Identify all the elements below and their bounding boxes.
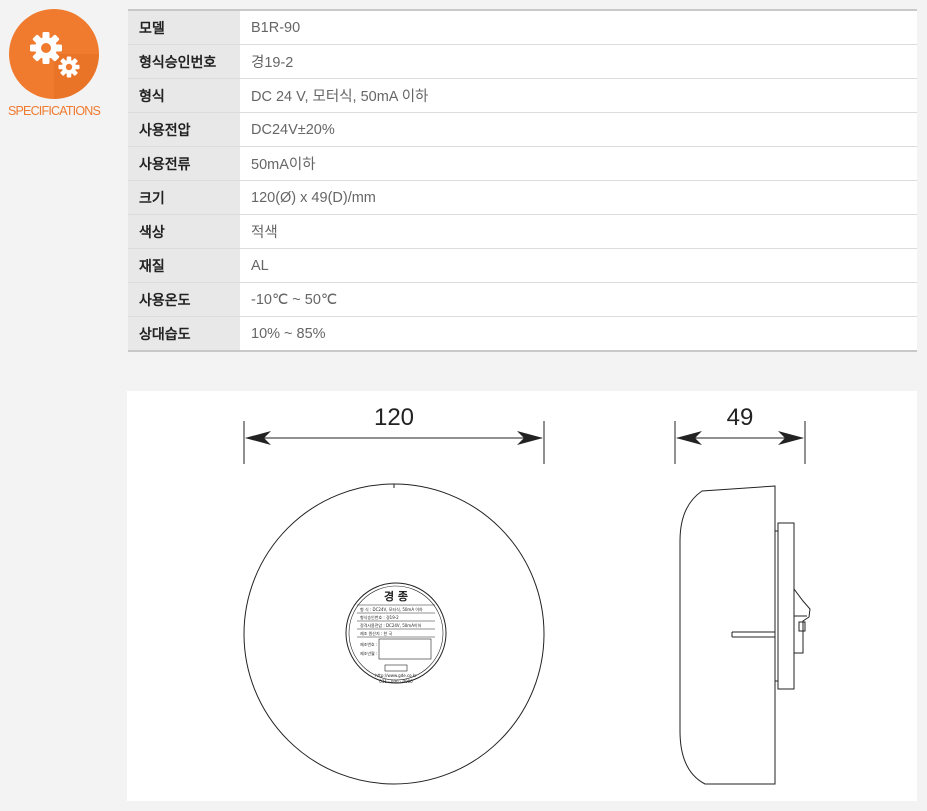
table-row: 모델 B1R-90: [128, 10, 917, 45]
table-row: 재질 AL: [128, 248, 917, 283]
table-row: 색상 적색: [128, 214, 917, 249]
side-view: [679, 485, 811, 785]
maker-logo: [384, 664, 408, 672]
specifications-badge: [9, 9, 99, 99]
front-dimension-label: 120: [374, 404, 414, 431]
spec-value: DC 24 V, 모터식, 50mA 이하: [240, 78, 917, 113]
label-line2: 형식승인번호 : 경19-2: [360, 614, 399, 620]
spec-key: 모델: [128, 10, 240, 45]
label-phone: 031 - 000 - 0000: [379, 679, 413, 684]
table-row: 사용전류 50mA이하: [128, 146, 917, 181]
table-row: 사용전압 DC24V±20%: [128, 112, 917, 147]
label-serial: 제조번호 :: [360, 641, 377, 647]
label-date: 제조년월 :: [360, 650, 377, 656]
table-row: 크기 120(Ø) x 49(D)/mm: [128, 180, 917, 215]
spec-value: 경19-2: [240, 44, 917, 79]
label-line1: 형 식 : DC24V, 모터식, 50mA 이하: [360, 606, 423, 612]
spec-key: 사용전압: [128, 112, 240, 147]
spec-value: 50mA이하: [240, 146, 917, 181]
label-line4: 제조 원산지 : 한 국: [360, 630, 393, 636]
spec-key: 크기: [128, 180, 240, 215]
spec-key: 사용온도: [128, 282, 240, 317]
spec-value: 적색: [240, 214, 917, 249]
spec-table: 모델 B1R-90 형식승인번호 경19-2 형식 DC 24 V, 모터식, 50m…: [128, 9, 917, 352]
spec-value: 120(Ø) x 49(D)/mm: [240, 180, 917, 215]
badge-label: SPECIFICATIONS: [7, 104, 101, 118]
table-row: 형식승인번호 경19-2: [128, 44, 917, 79]
table-row: 상대습도 10% ~ 85%: [128, 316, 917, 351]
drawing-canvas: 120 경 종 형 식 : DC24V, 모터식, 50mA 이하 형식승인번호…: [243, 404, 811, 785]
label-url: http://www.gde.co.kr: [375, 673, 417, 678]
label-line3: 정격사용전압 : DC24V, 50mA이하: [360, 622, 422, 628]
technical-drawing: 120 경 종 형 식 : DC24V, 모터식, 50mA 이하 형식승인번호…: [127, 391, 917, 801]
spec-key: 형식: [128, 78, 240, 113]
spec-key: 재질: [128, 248, 240, 283]
spec-value: DC24V±20%: [240, 112, 917, 147]
spec-key: 상대습도: [128, 316, 240, 351]
spec-value: B1R-90: [240, 10, 917, 45]
spec-value: AL: [240, 248, 917, 283]
table-row: 사용온도 -10℃ ~ 50℃: [128, 282, 917, 317]
spec-key: 사용전류: [128, 146, 240, 181]
side-dimension-label: 49: [727, 404, 754, 431]
label-title: 경 종: [384, 589, 408, 603]
spec-value: -10℃ ~ 50℃: [240, 282, 917, 317]
table-row: 형식 DC 24 V, 모터식, 50mA 이하: [128, 78, 917, 113]
spec-key: 색상: [128, 214, 240, 249]
front-view: 경 종 형 식 : DC24V, 모터식, 50mA 이하 형식승인번호 : 경…: [243, 483, 545, 785]
spec-key: 형식승인번호: [128, 44, 240, 79]
spec-value: 10% ~ 85%: [240, 316, 917, 351]
product-label: 경 종 형 식 : DC24V, 모터식, 50mA 이하 형식승인번호 : 경…: [345, 582, 447, 684]
